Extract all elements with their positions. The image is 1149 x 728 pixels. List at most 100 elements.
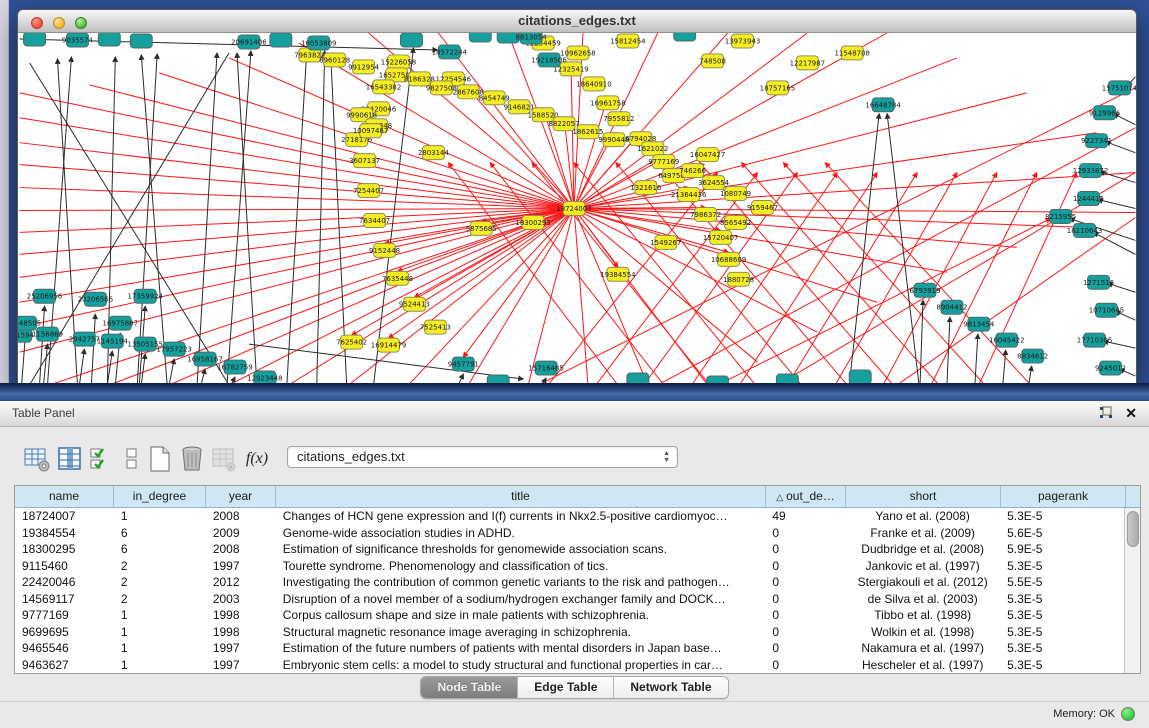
table-row[interactable]: 946554611997Estimation of the future num… (15, 640, 1125, 657)
table-mode-icon[interactable] (23, 445, 51, 473)
graph-node[interactable]: 16975887 (103, 316, 138, 330)
graph-node[interactable]: 16648784 (865, 98, 901, 112)
graph-node[interactable]: 8834612 (1017, 349, 1048, 363)
table-scrollbar-thumb[interactable] (1127, 511, 1139, 547)
tab-network-table[interactable]: Network Table (614, 677, 727, 698)
graph-node[interactable]: 15720407 (703, 230, 738, 244)
graph-node[interactable]: 15812454 (610, 34, 646, 48)
graph-node[interactable]: 9035574 (62, 33, 94, 47)
graph-node[interactable]: 16914479 (371, 338, 406, 352)
graph-node[interactable]: 7625402 (336, 335, 367, 349)
column-header-pagerank[interactable]: pagerank (1001, 486, 1126, 507)
network-canvas[interactable]: 7963822896012899129541522605816527505818… (18, 33, 1137, 384)
graph-node[interactable]: 1156869 (32, 327, 63, 341)
graph-node[interactable]: 7254407 (353, 184, 384, 198)
graph-node[interactable]: 9777169 (648, 155, 679, 169)
graph-node[interactable] (24, 33, 46, 46)
graph-node[interactable]: 9912954 (348, 60, 380, 74)
graph-node[interactable]: 1244415 (1073, 192, 1104, 206)
column-header-name[interactable]: name (15, 486, 114, 507)
graph-node[interactable]: 1321616 (630, 181, 661, 195)
graph-node[interactable]: 12217987 (790, 56, 825, 70)
memory-status-icon[interactable] (1121, 707, 1135, 721)
graph-node[interactable] (98, 33, 120, 46)
graph-node[interactable]: 5875685 (466, 221, 497, 235)
function-builder-icon[interactable]: f(x) (240, 445, 274, 473)
graph-node[interactable]: 18572244 (432, 45, 468, 59)
graph-node[interactable]: 9152448 (369, 243, 400, 257)
column-header-short[interactable]: short (846, 486, 1001, 507)
graph-node[interactable]: 9524413 (399, 297, 430, 311)
graph-node[interactable]: 7525413 (420, 320, 451, 334)
graph-node[interactable]: 25206956 (27, 289, 62, 303)
graph-node[interactable]: 6793919 (909, 283, 940, 297)
column-header-year[interactable]: year (206, 486, 276, 507)
graph-node[interactable]: 8904412 (936, 300, 967, 314)
graph-node[interactable]: 10688609 (711, 252, 746, 266)
graph-node[interactable] (130, 34, 152, 48)
graph-node[interactable]: 9245012 (1095, 361, 1126, 375)
table-row[interactable]: 1938455462009Genome-wide association stu… (15, 525, 1125, 542)
table-row[interactable]: 2242004622012Investigating the contribut… (15, 574, 1125, 591)
create-column-icon[interactable] (146, 445, 174, 473)
close-panel-icon[interactable]: ✕ (1125, 405, 1137, 421)
graph-node[interactable]: 11548708 (834, 46, 869, 60)
graph-node[interactable]: 1880728 (723, 272, 754, 286)
graph-node[interactable]: 20691406 (231, 35, 266, 49)
delete-table-icon[interactable] (210, 445, 238, 473)
graph-node[interactable]: 1145194 (97, 334, 129, 348)
graph-node[interactable]: 13973943 (725, 34, 760, 48)
graph-node[interactable] (401, 33, 423, 47)
graph-node[interactable]: 1271516 (1083, 275, 1114, 289)
delete-columns-icon[interactable] (178, 445, 206, 473)
table-row[interactable]: 1456911722003Disruption of a novel membe… (15, 591, 1125, 608)
graph-node[interactable]: 18640910 (576, 77, 611, 91)
select-all-rows-icon[interactable] (88, 445, 116, 473)
graph-node[interactable]: 8960128 (319, 53, 350, 67)
tab-edge-table[interactable]: Edge Table (518, 677, 614, 698)
graph-node[interactable]: 16961758 (590, 96, 625, 110)
show-columns-icon[interactable] (56, 445, 84, 473)
graph-node[interactable]: 16210643 (1067, 223, 1102, 237)
table-scrollbar[interactable] (1124, 508, 1140, 673)
graph-node[interactable]: 1080749 (720, 187, 751, 201)
graph-node[interactable]: 7634407 (359, 213, 390, 227)
tab-node-table[interactable]: Node Table (421, 677, 518, 698)
graph-node[interactable]: 748508 (699, 54, 726, 68)
graph-node[interactable]: 7955812 (603, 112, 634, 126)
graph-node[interactable]: 15751074 (1102, 81, 1137, 95)
graph-node[interactable]: 2942757 (69, 332, 100, 346)
table-row[interactable]: 977716911998Corpus callosum shape and si… (15, 607, 1125, 624)
table-row[interactable]: 969969511998Structural magnetic resonanc… (15, 624, 1125, 641)
table-row[interactable]: 1872400712008Changes of HCN gene express… (15, 508, 1125, 525)
graph-node[interactable]: 3607137 (349, 154, 380, 168)
graph-node[interactable]: 12933872 (1073, 164, 1108, 178)
graph-node[interactable]: 9457791 (448, 357, 479, 371)
graph-node[interactable]: 2803144 (418, 146, 450, 160)
graph-node[interactable]: 19384554 (600, 267, 636, 281)
graph-node[interactable] (469, 33, 491, 42)
graph-node[interactable]: 10710645 (1089, 303, 1124, 317)
graph-node[interactable]: 16047427 (690, 148, 725, 162)
table-row[interactable]: 911546021997Tourette syndrome. Phenomeno… (15, 558, 1125, 575)
table-row[interactable]: 1830029562008Estimation of significance … (15, 541, 1125, 558)
table-row[interactable]: 946362711997Embryonic stem cells: a mode… (15, 657, 1125, 674)
graph-node[interactable]: 8565492 (720, 215, 751, 229)
graph-node[interactable]: 20206566 (78, 292, 113, 306)
column-header-indegree[interactable]: in_degree (114, 486, 206, 507)
graph-node[interactable]: 18757165 (760, 81, 795, 95)
table-select-dropdown[interactable]: citations_edges.txt ▲▼ (287, 446, 678, 468)
graph-node[interactable]: 9159467 (747, 201, 778, 215)
network-window[interactable]: citations_edges.txt 79638228960128991295… (17, 9, 1137, 384)
graph-node[interactable]: 9129966 (1089, 106, 1120, 120)
graph-node[interactable] (674, 33, 696, 41)
graph-node[interactable]: 1621022 (637, 142, 668, 156)
graph-node[interactable]: 9227341 (1081, 134, 1112, 148)
graph-node[interactable]: 746266 (679, 164, 706, 178)
graph-node[interactable] (849, 370, 871, 384)
network-window-titlebar[interactable]: citations_edges.txt (18, 10, 1136, 33)
graph-node[interactable]: 1549267 (650, 235, 681, 249)
graph-node[interactable]: 17359924 (127, 289, 163, 303)
float-panel-icon[interactable] (1099, 406, 1113, 420)
graph-node[interactable]: 17710305 (1077, 333, 1112, 347)
